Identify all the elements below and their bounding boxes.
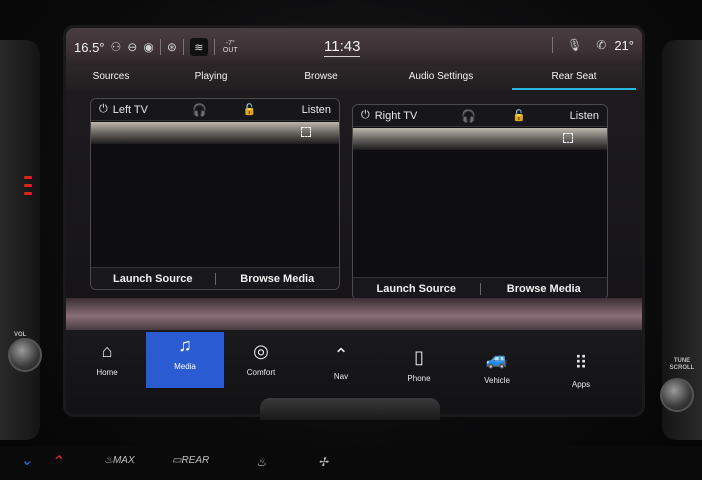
- nav-home-label: Home: [96, 368, 118, 377]
- max-defrost-label: MAX: [112, 455, 135, 466]
- right-browse-media-button[interactable]: Browse Media: [481, 283, 608, 295]
- fullscreen-icon[interactable]: [563, 133, 573, 143]
- infotainment-screen: 16.5° ⚇ ⊖ ◉ ⊛ ≋ -7° OUT 11:43 🎙 ✆ 21° So…: [66, 28, 642, 414]
- nav-phone-label: Phone: [407, 374, 431, 383]
- phone-icon: ▯: [414, 347, 424, 367]
- defrost-icon: ♨: [104, 455, 113, 466]
- max-defrost-button[interactable]: ♨MAX: [104, 455, 135, 466]
- power-icon[interactable]: ⏻: [99, 103, 108, 116]
- outdoor-temp-readout: -7° OUT: [223, 40, 238, 54]
- divider: [552, 37, 554, 53]
- nav-comfort-label: Comfort: [246, 368, 276, 377]
- rear-defrost-button[interactable]: ▭REAR: [172, 455, 209, 466]
- profile-icon[interactable]: ◉: [143, 40, 153, 54]
- right-tv-title: Right TV: [374, 109, 418, 122]
- media-tabs: Sources Playing Browse Audio Settings Re…: [66, 66, 642, 90]
- tune-knob[interactable]: [660, 378, 694, 412]
- right-tv-header: ⏻ Right TV 🎧 🔓 Listen: [353, 105, 607, 127]
- nav-nav-label: Nav: [333, 372, 349, 381]
- left-tv-footer: Launch Source Browse Media: [91, 267, 339, 289]
- left-tv-panel: ⏻ Left TV 🎧 🔓 Listen Launch Source Brows…: [90, 98, 340, 290]
- status-led: [24, 176, 32, 179]
- tune-scroll-label: TUNE SCROLL: [669, 358, 695, 371]
- lock-icon[interactable]: 🔓: [243, 103, 257, 116]
- apps-grid-icon: ⠿: [574, 353, 588, 373]
- outdoor-temp-value: -7°: [225, 40, 235, 47]
- outside-temperature: 16.5°: [74, 39, 105, 55]
- status-led: [24, 192, 32, 195]
- seat-heat-icon: ◎: [253, 341, 269, 361]
- nav-phone[interactable]: ▯ Phone: [384, 344, 454, 402]
- nav-media[interactable]: ♫ Media: [146, 332, 224, 388]
- tab-audio-settings[interactable]: Audio Settings: [376, 66, 506, 90]
- tab-browse[interactable]: Browse: [266, 66, 376, 90]
- wifi-icon[interactable]: ≋: [189, 38, 208, 56]
- rear-defrost-label: REAR: [181, 455, 210, 466]
- inside-temperature[interactable]: 21°: [614, 38, 634, 53]
- fullscreen-icon[interactable]: [301, 127, 311, 137]
- screen-base: [260, 398, 440, 420]
- home-icon: ⌂: [101, 341, 113, 361]
- volume-knob[interactable]: [8, 338, 42, 372]
- temp-down-icon[interactable]: ⌄: [20, 450, 33, 470]
- nav-vehicle[interactable]: 🚙 Vehicle: [462, 346, 532, 404]
- tab-playing[interactable]: Playing: [156, 66, 266, 90]
- right-tv-panel: ⏻ Right TV 🎧 🔓 Listen Launch Source Brow…: [352, 104, 608, 300]
- nav-apps[interactable]: ⠿ Apps: [546, 350, 616, 408]
- divider: [182, 39, 184, 55]
- divider: [159, 39, 161, 55]
- power-icon[interactable]: ⏻: [361, 109, 370, 122]
- music-note-icon: ♫: [178, 335, 192, 355]
- left-tv-header: ⏻ Left TV 🎧 🔓 Listen: [91, 99, 339, 121]
- seat-icon[interactable]: ⊖: [127, 40, 137, 54]
- nav-home[interactable]: ⌂ Home: [72, 338, 142, 396]
- temp-up-icon[interactable]: ⌃: [50, 452, 63, 472]
- right-tv-footer: Launch Source Browse Media: [353, 277, 607, 299]
- rear-seat-content: ⏻ Left TV 🎧 🔓 Listen Launch Source Brows…: [66, 90, 642, 330]
- tab-sources[interactable]: Sources: [66, 66, 156, 90]
- clock[interactable]: 11:43: [324, 38, 361, 57]
- status-led: [24, 184, 32, 187]
- headphones-icon[interactable]: 🎧: [192, 103, 207, 117]
- wiper-icon: ⚇: [110, 40, 122, 54]
- nav-apps-label: Apps: [571, 380, 591, 389]
- right-tv-listen[interactable]: Listen: [570, 110, 599, 122]
- left-control-panel: VOL: [0, 40, 40, 440]
- left-browse-media-button[interactable]: Browse Media: [216, 273, 340, 285]
- right-launch-source-button[interactable]: Launch Source: [353, 283, 480, 295]
- left-tv-title: Left TV: [112, 103, 148, 116]
- microphone-icon[interactable]: 🎙: [567, 38, 582, 52]
- nav-comfort[interactable]: ◎ Comfort: [226, 338, 296, 396]
- divider: [213, 39, 215, 55]
- nav-vehicle-label: Vehicle: [484, 376, 510, 385]
- status-right: 🎙 ✆ 21°: [546, 37, 634, 53]
- fan-icon[interactable]: ✢: [318, 455, 328, 469]
- headphones-icon[interactable]: 🎧: [461, 109, 476, 123]
- tab-rear-seat[interactable]: Rear Seat: [506, 66, 642, 90]
- outdoor-temp-unit: OUT: [222, 47, 238, 54]
- nav-media-label: Media: [174, 362, 196, 371]
- heated-seat-icon[interactable]: ♨: [256, 455, 267, 469]
- car-icon: 🚙: [485, 349, 509, 369]
- climate-icon[interactable]: ⊛: [167, 40, 177, 54]
- lock-icon[interactable]: 🔓: [512, 109, 526, 122]
- status-bar: 16.5° ⚇ ⊖ ◉ ⊛ ≋ -7° OUT 11:43 🎙 ✆ 21°: [66, 28, 642, 66]
- phone-status-icon: ✆: [596, 38, 607, 52]
- navigation-arrow-icon: ⌃: [333, 345, 349, 365]
- left-launch-source-button[interactable]: Launch Source: [91, 273, 215, 285]
- left-tv-listen[interactable]: Listen: [302, 104, 331, 116]
- nav-navigation[interactable]: ⌃ Nav: [306, 342, 376, 400]
